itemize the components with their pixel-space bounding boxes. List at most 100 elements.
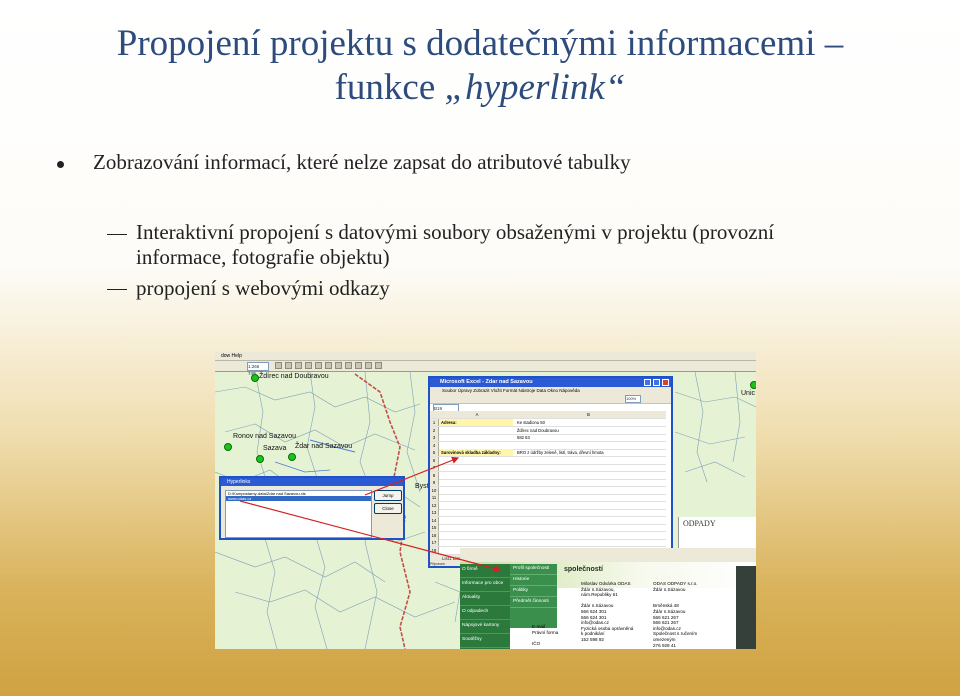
cell-a[interactable]	[439, 502, 513, 509]
cell-b[interactable]	[515, 464, 660, 471]
website-col-1: E-mail Právní forma IČO	[532, 624, 558, 646]
cell-a[interactable]	[439, 539, 513, 546]
cell-b[interactable]	[515, 487, 660, 494]
row-number[interactable]: 4	[430, 441, 439, 449]
dash-1	[107, 234, 127, 236]
cell-a[interactable]	[439, 442, 513, 449]
row-number[interactable]: 8	[430, 471, 439, 479]
cell-a[interactable]	[439, 509, 513, 516]
website-nav-item[interactable]: Aktuality	[460, 592, 510, 606]
excel-window: Microsoft Excel - Zdar nad Sazavou Soubo…	[428, 376, 673, 568]
measure-icon[interactable]	[365, 362, 372, 369]
row-number[interactable]: 16	[430, 531, 439, 539]
cell-b[interactable]	[515, 457, 660, 464]
website-subnav-item[interactable]: Politiky	[510, 586, 557, 597]
cell-a[interactable]	[439, 524, 513, 531]
cell-a[interactable]	[439, 434, 513, 441]
website-nav-item[interactable]: O firmě	[460, 564, 510, 578]
cell-b[interactable]	[515, 517, 660, 524]
map-point[interactable]	[750, 381, 756, 389]
website-nav-item[interactable]: Soutěžsy	[460, 634, 510, 648]
map-point[interactable]	[224, 443, 232, 451]
zoom-in-icon[interactable]	[275, 362, 282, 369]
cell-b[interactable]	[515, 442, 660, 449]
scale-box[interactable]: 1:266 749	[247, 362, 269, 376]
row-number[interactable]: 7	[430, 464, 439, 471]
globe-icon[interactable]	[305, 362, 312, 369]
jump-button[interactable]: Jump	[374, 490, 402, 501]
cell-b[interactable]: BRO z údržby zeleně, listí, tráva, dřevn…	[515, 449, 660, 456]
minimize-icon[interactable]	[644, 379, 651, 386]
row-number[interactable]: 17	[430, 539, 439, 546]
arrow-right-icon[interactable]	[325, 362, 332, 369]
row-number[interactable]: 6	[430, 456, 439, 464]
row-number[interactable]: 2	[430, 426, 439, 434]
row-number[interactable]: 10	[430, 486, 439, 494]
cell-a[interactable]	[439, 487, 513, 494]
pan-icon[interactable]	[295, 362, 302, 369]
cell-b[interactable]	[515, 479, 660, 486]
cell-b[interactable]: 582 63	[515, 434, 660, 441]
row-number[interactable]: 18	[430, 546, 439, 554]
zoom-select[interactable]: 100%	[625, 395, 641, 403]
row-number[interactable]: 5	[430, 449, 439, 456]
cell-b[interactable]	[515, 494, 660, 501]
cell-a[interactable]	[439, 479, 513, 486]
find-icon[interactable]	[355, 362, 362, 369]
close-button[interactable]: Close	[374, 503, 402, 514]
map-point[interactable]	[256, 455, 264, 463]
row-number[interactable]: 14	[430, 516, 439, 524]
map-point[interactable]	[288, 453, 296, 461]
hyperlink-list[interactable]: D:\Kompostarny-data\Zdar nad Sazavou.xls…	[225, 490, 372, 538]
maximize-icon[interactable]	[653, 379, 660, 386]
cell-a[interactable]	[439, 494, 513, 501]
close-icon[interactable]	[662, 379, 669, 386]
website-nav-item[interactable]: O odpadech	[460, 606, 510, 620]
slide-title: Propojení projektu s dodatečnými informa…	[40, 22, 920, 110]
dash-2	[107, 289, 127, 291]
website-nav-item[interactable]: Nápojové kartony	[460, 620, 510, 634]
excel-grid[interactable]: A B 1 Adresa: Ke stadionu 50 2 Ždírec nad Do…	[430, 411, 671, 556]
cell-a[interactable]: Surovinová skladba základny:	[439, 449, 513, 456]
row-number[interactable]: 3	[430, 434, 439, 441]
row-number[interactable]: 1	[430, 419, 439, 426]
identify-icon[interactable]	[345, 362, 352, 369]
cell-b[interactable]: Ždírec nad Doubravou	[515, 427, 660, 434]
cell-a[interactable]	[439, 457, 513, 464]
hyperlink-item[interactable]: www.odas.cz	[226, 496, 371, 501]
select-icon[interactable]	[335, 362, 342, 369]
row-number[interactable]: 12	[430, 501, 439, 509]
website-window: ODPADY O firmě Informace pro obce Aktualit…	[460, 517, 756, 649]
website-nav-item[interactable]: Informace pro obce	[460, 578, 510, 592]
website-subnav-item[interactable]: Profil společnosti	[510, 564, 557, 575]
cell-a[interactable]	[439, 517, 513, 524]
cell-a[interactable]	[439, 427, 513, 434]
row-number[interactable]: 13	[430, 509, 439, 516]
cell-a[interactable]	[439, 472, 513, 479]
cell-b[interactable]	[515, 524, 660, 531]
map-point[interactable]	[251, 374, 259, 382]
column-b-header[interactable]: B	[515, 411, 660, 418]
row-number[interactable]: 11	[430, 494, 439, 501]
cell-b[interactable]	[515, 539, 660, 546]
excel-menu[interactable]: Soubor Úpravy Zobrazit Vložit Formát Nás…	[430, 387, 671, 394]
cell-b[interactable]	[515, 472, 660, 479]
cell-a[interactable]: Adresa:	[439, 419, 513, 426]
zoom-out-icon[interactable]	[285, 362, 292, 369]
cell-b[interactable]	[515, 532, 660, 539]
map-menu[interactable]: dow Help	[215, 353, 242, 359]
cell-a[interactable]	[439, 532, 513, 539]
cell-b[interactable]	[515, 509, 660, 516]
website-subnav-item[interactable]: Předmět činnosti	[510, 597, 557, 608]
website-text-line: 152 598 92	[581, 636, 604, 642]
column-a-header[interactable]: A	[439, 411, 513, 418]
column-header-row: A B	[430, 411, 666, 419]
arrow-left-icon[interactable]	[315, 362, 322, 369]
cell-b[interactable]: Ke stadionu 50	[515, 419, 660, 426]
website-subnav-item[interactable]: Historie	[510, 575, 557, 586]
row-number[interactable]: 9	[430, 479, 439, 486]
row-number[interactable]: 15	[430, 524, 439, 531]
cell-b[interactable]	[515, 502, 660, 509]
cell-a[interactable]	[439, 464, 513, 471]
hyperlink-icon[interactable]	[375, 362, 382, 369]
